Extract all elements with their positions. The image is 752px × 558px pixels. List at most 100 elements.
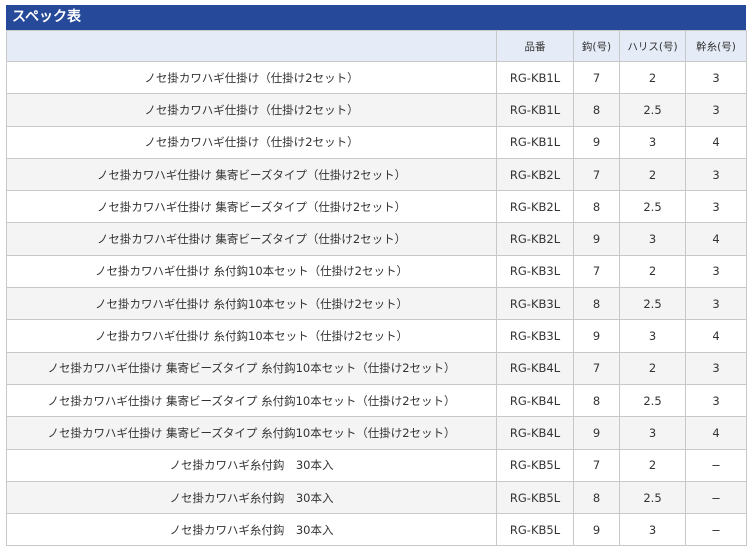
cell-product-code: RG-KB4L (496, 351, 574, 385)
cell-harris-size: 2.5 (619, 93, 686, 127)
cell-harris-size: 2.5 (619, 383, 686, 418)
spec-table: 品番 鈎(号) ハリス(号) 幹糸(号) ノセ掛カワハギ仕掛け（仕掛け2セット）… (6, 30, 747, 547)
spec-table-panel: スペック表 品番 鈎(号) ハリス(号) 幹糸(号) ノセ掛カワハギ仕掛け（仕掛… (0, 0, 752, 558)
cell-hook-size: 7 (573, 60, 620, 95)
table-row: ノセ掛カワハギ仕掛け 集寄ビーズタイプ（仕掛け2セット） RG-KB2L 7 2 3 (6, 157, 747, 192)
table-row: ノセ掛カワハギ仕掛け（仕掛け2セット） RG-KB1L 7 2 3 (6, 60, 747, 95)
cell-product-code: RG-KB3L (496, 319, 574, 353)
table-row: ノセ掛カワハギ糸付鈎 30本入 RG-KB5L 7 2− (6, 448, 747, 482)
cell-mainline-size: − (685, 513, 747, 547)
cell-product-name: ノセ掛カワハギ糸付鈎 30本入 (6, 448, 497, 482)
cell-mainline-size: 3 (685, 351, 747, 385)
cell-product-name: ノセ掛カワハギ仕掛け 集寄ビーズタイプ（仕掛け2セット） (6, 157, 497, 192)
cell-product-code: RG-KB3L (496, 254, 574, 289)
cell-product-name: ノセ掛カワハギ仕掛け 糸付鈎10本セット（仕掛け2セット） (6, 254, 497, 289)
cell-harris-size: 3 (619, 416, 686, 450)
cell-hook-size: 8 (573, 287, 620, 321)
cell-product-name: ノセ掛カワハギ仕掛け（仕掛け2セット） (6, 125, 497, 159)
cell-mainline-size: 3 (685, 93, 747, 127)
cell-product-code: RG-KB5L (496, 513, 574, 547)
cell-product-code: RG-KB2L (496, 222, 574, 256)
cell-harris-size: 3 (619, 125, 686, 159)
cell-harris-size: 2.5 (619, 287, 686, 321)
table-row: ノセ掛カワハギ仕掛け 集寄ビーズタイプ（仕掛け2セット） RG-KB2L 9 3 4 (6, 222, 747, 256)
cell-hook-size: 9 (573, 222, 620, 256)
cell-mainline-size: − (685, 480, 747, 515)
cell-product-name: ノセ掛カワハギ仕掛け（仕掛け2セット） (6, 60, 497, 95)
header-name (6, 30, 497, 62)
cell-mainline-size: 4 (685, 416, 747, 450)
cell-harris-size: 2 (619, 448, 686, 482)
cell-product-code: RG-KB3L (496, 287, 574, 321)
cell-harris-size: 2 (619, 254, 686, 289)
cell-product-code: RG-KB2L (496, 157, 574, 192)
cell-hook-size: 9 (573, 319, 620, 353)
cell-product-code: RG-KB4L (496, 383, 574, 418)
cell-product-name: ノセ掛カワハギ仕掛け 集寄ビーズタイプ 糸付鈎10本セット（仕掛け2セット） (6, 383, 497, 418)
cell-product-name: ノセ掛カワハギ仕掛け 集寄ビーズタイプ（仕掛け2セット） (6, 222, 497, 256)
cell-product-code: RG-KB1L (496, 60, 574, 95)
table-row: ノセ掛カワハギ仕掛け 糸付鈎10本セット（仕掛け2セット） RG-KB3L 7 2 3 (6, 254, 747, 289)
spec-table-body: ノセ掛カワハギ仕掛け（仕掛け2セット） RG-KB1L 7 2 3 ノセ掛カワハギ仕掛け（… (6, 60, 747, 547)
spec-table-title: スペック表 (6, 5, 746, 30)
spec-table-header-row: 品番 鈎(号) ハリス(号) 幹糸(号) (6, 30, 747, 62)
cell-product-code: RG-KB2L (496, 190, 574, 224)
cell-product-name: ノセ掛カワハギ仕掛け 集寄ビーズタイプ 糸付鈎10本セット（仕掛け2セット） (6, 416, 497, 450)
cell-mainline-size: 4 (685, 222, 747, 256)
cell-hook-size: 7 (573, 351, 620, 385)
cell-hook-size: 7 (573, 448, 620, 482)
cell-mainline-size: 3 (685, 254, 747, 289)
cell-hook-size: 7 (573, 254, 620, 289)
cell-harris-size: 2 (619, 60, 686, 95)
cell-hook-size: 9 (573, 125, 620, 159)
table-row: ノセ掛カワハギ糸付鈎 30本入 RG-KB5L 8 2.5− (6, 480, 747, 515)
table-row: ノセ掛カワハギ仕掛け 集寄ビーズタイプ 糸付鈎10本セット（仕掛け2セット） RG… (6, 351, 747, 385)
cell-product-name: ノセ掛カワハギ仕掛け 糸付鈎10本セット（仕掛け2セット） (6, 287, 497, 321)
cell-harris-size: 2 (619, 351, 686, 385)
cell-mainline-size: − (685, 448, 747, 482)
cell-mainline-size: 3 (685, 287, 747, 321)
cell-product-name: ノセ掛カワハギ糸付鈎 30本入 (6, 513, 497, 547)
cell-hook-size: 8 (573, 93, 620, 127)
cell-product-name: ノセ掛カワハギ仕掛け 集寄ビーズタイプ 糸付鈎10本セット（仕掛け2セット） (6, 351, 497, 385)
table-row: ノセ掛カワハギ仕掛け 集寄ビーズタイプ 糸付鈎10本セット（仕掛け2セット） RG… (6, 383, 747, 418)
cell-mainline-size: 3 (685, 190, 747, 224)
cell-hook-size: 9 (573, 513, 620, 547)
header-harris: ハリス(号) (619, 30, 686, 62)
cell-mainline-size: 3 (685, 383, 747, 418)
cell-product-name: ノセ掛カワハギ糸付鈎 30本入 (6, 480, 497, 515)
cell-hook-size: 7 (573, 157, 620, 192)
cell-product-name: ノセ掛カワハギ仕掛け 集寄ビーズタイプ（仕掛け2セット） (6, 190, 497, 224)
cell-product-name: ノセ掛カワハギ仕掛け（仕掛け2セット） (6, 93, 497, 127)
cell-product-name: ノセ掛カワハギ仕掛け 糸付鈎10本セット（仕掛け2セット） (6, 319, 497, 353)
cell-product-code: RG-KB1L (496, 125, 574, 159)
cell-product-code: RG-KB5L (496, 480, 574, 515)
cell-harris-size: 3 (619, 319, 686, 353)
table-row: ノセ掛カワハギ仕掛け 集寄ビーズタイプ（仕掛け2セット） RG-KB2L 8 2.5 3 (6, 190, 747, 224)
table-row: ノセ掛カワハギ糸付鈎 30本入 RG-KB5L 9 3− (6, 513, 747, 547)
cell-product-code: RG-KB1L (496, 93, 574, 127)
cell-hook-size: 9 (573, 416, 620, 450)
table-row: ノセ掛カワハギ仕掛け 糸付鈎10本セット（仕掛け2セット） RG-KB3L 9 3 4 (6, 319, 747, 353)
cell-mainline-size: 4 (685, 319, 747, 353)
cell-mainline-size: 3 (685, 157, 747, 192)
header-mainline: 幹糸(号) (685, 30, 747, 62)
cell-hook-size: 8 (573, 190, 620, 224)
cell-mainline-size: 3 (685, 60, 747, 95)
cell-harris-size: 2 (619, 157, 686, 192)
header-hook: 鈎(号) (573, 30, 620, 62)
cell-harris-size: 3 (619, 222, 686, 256)
header-code: 品番 (496, 30, 574, 62)
table-row: ノセ掛カワハギ仕掛け 集寄ビーズタイプ 糸付鈎10本セット（仕掛け2セット） RG… (6, 416, 747, 450)
table-row: ノセ掛カワハギ仕掛け（仕掛け2セット） RG-KB1L 8 2.5 3 (6, 93, 747, 127)
table-row: ノセ掛カワハギ仕掛け（仕掛け2セット） RG-KB1L 9 3 4 (6, 125, 747, 159)
cell-harris-size: 2.5 (619, 480, 686, 515)
cell-hook-size: 8 (573, 383, 620, 418)
cell-hook-size: 8 (573, 480, 620, 515)
cell-product-code: RG-KB4L (496, 416, 574, 450)
cell-mainline-size: 4 (685, 125, 747, 159)
table-row: ノセ掛カワハギ仕掛け 糸付鈎10本セット（仕掛け2セット） RG-KB3L 8 2.5… (6, 287, 747, 321)
cell-harris-size: 3 (619, 513, 686, 547)
cell-harris-size: 2.5 (619, 190, 686, 224)
cell-product-code: RG-KB5L (496, 448, 574, 482)
